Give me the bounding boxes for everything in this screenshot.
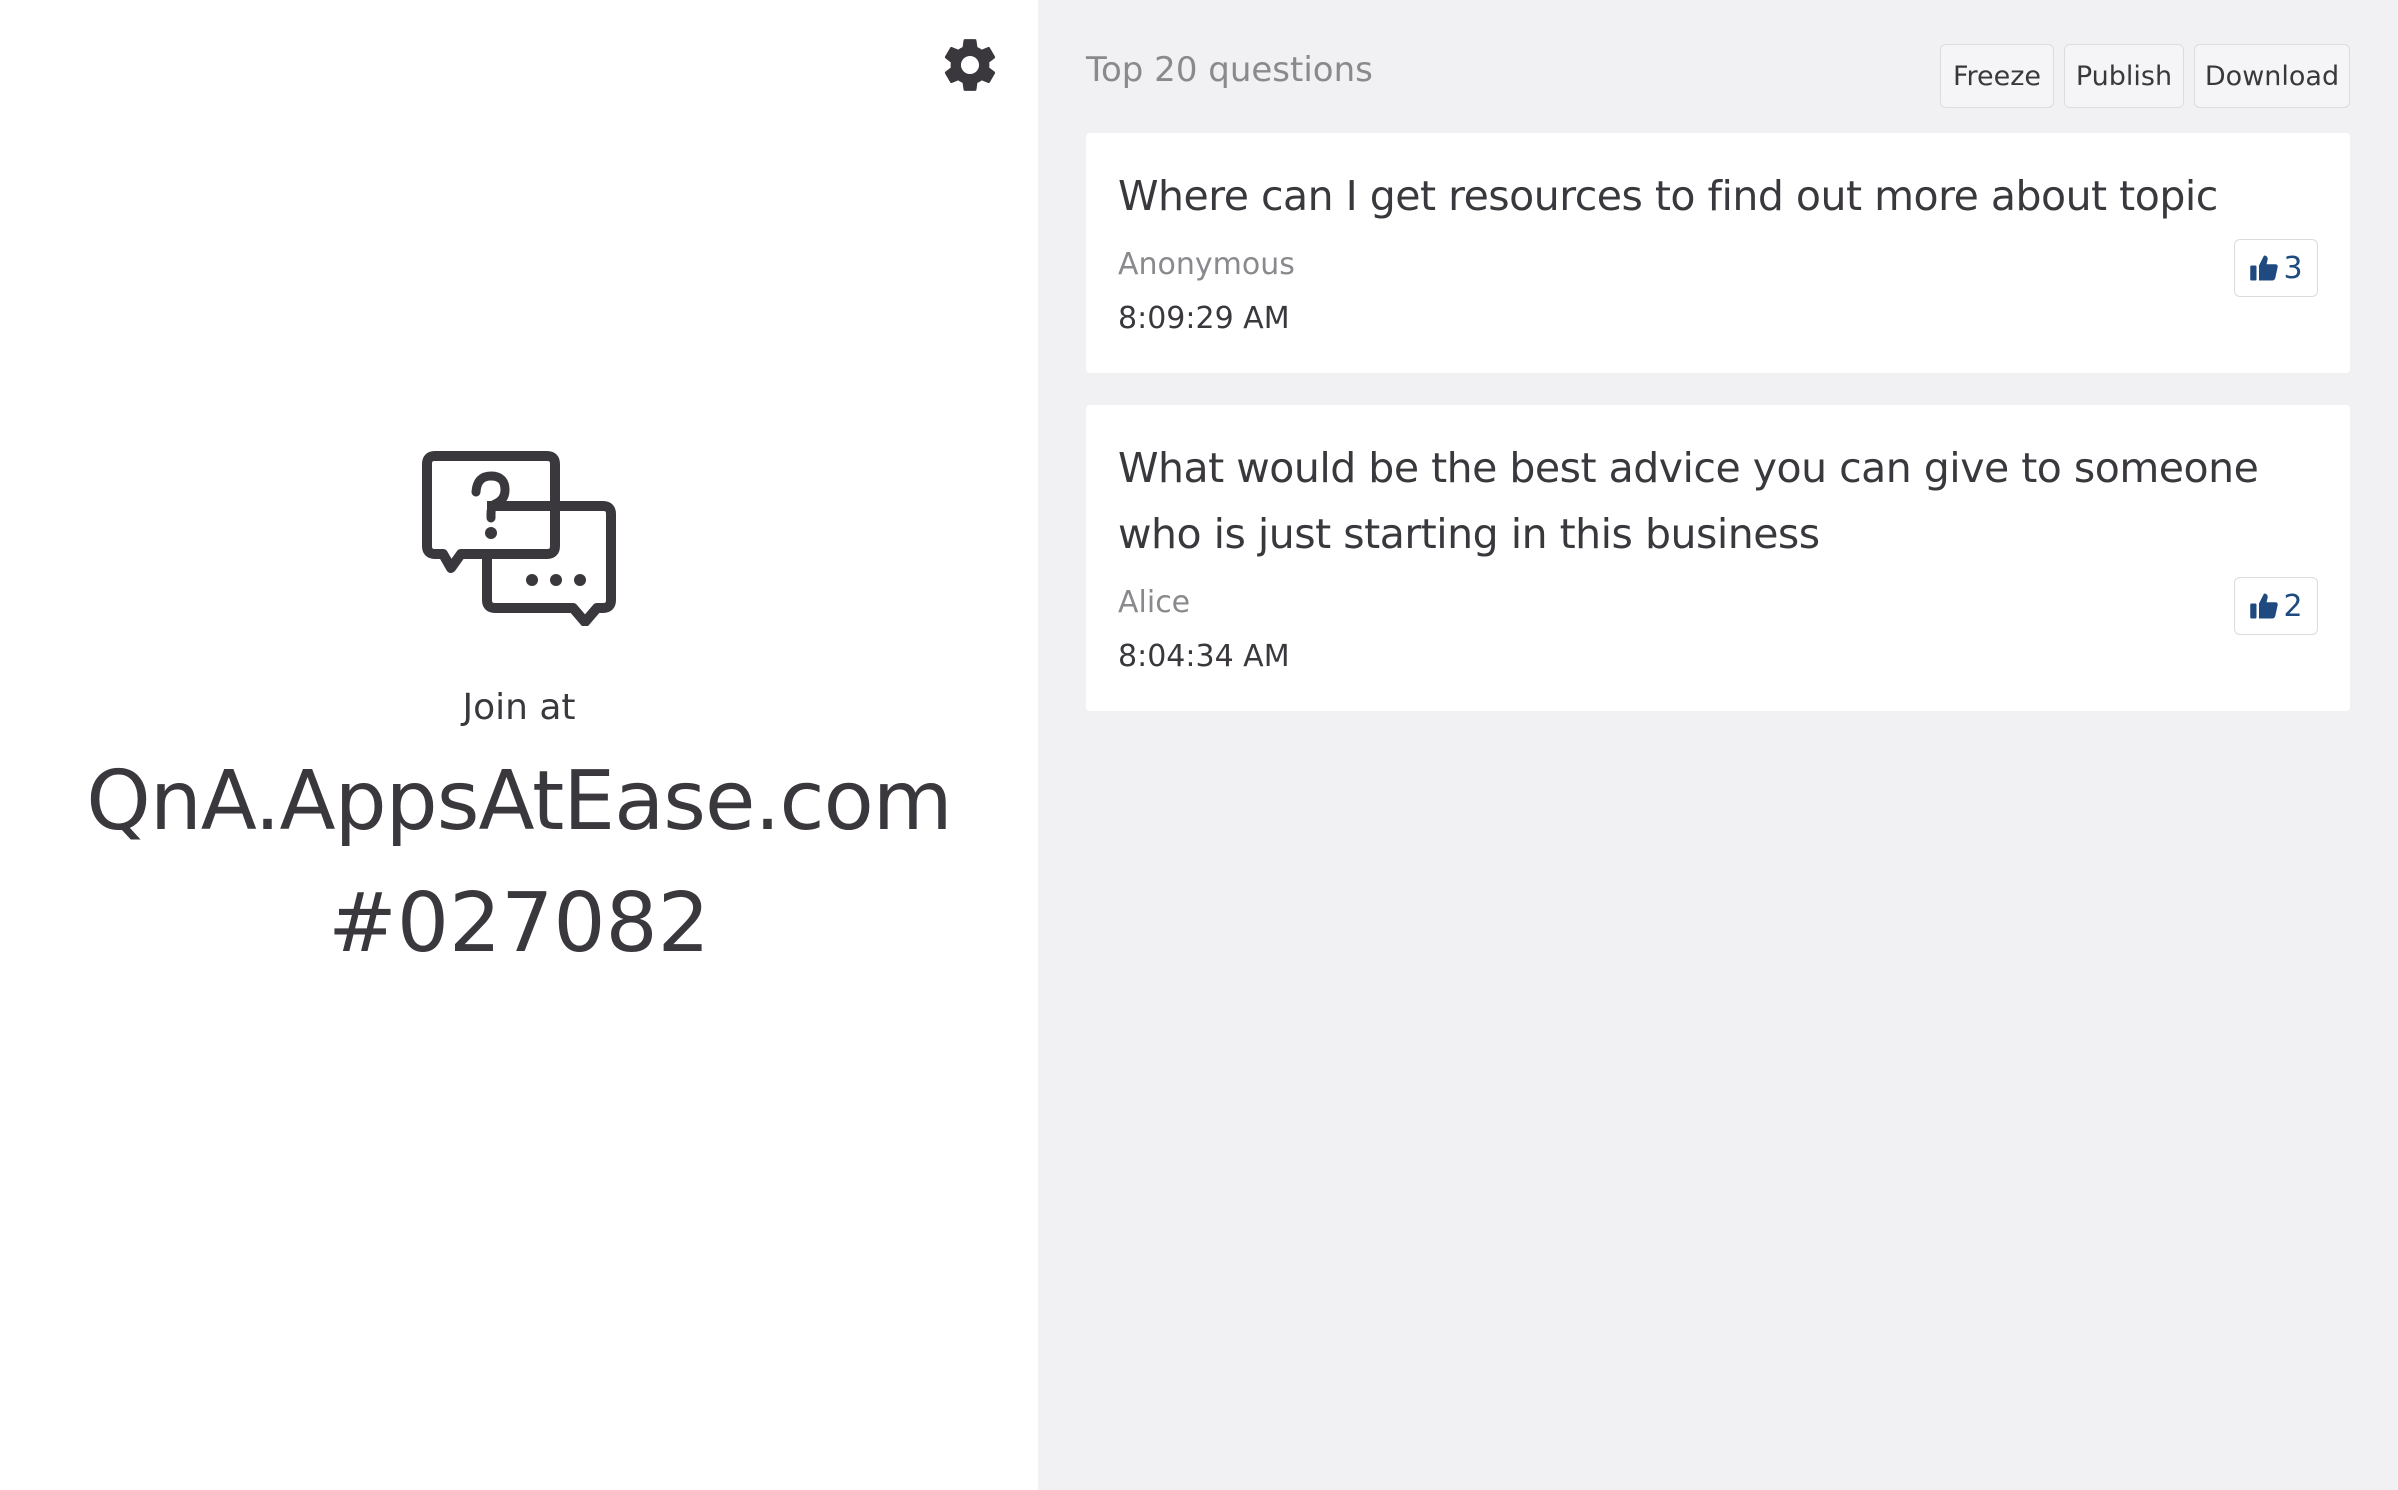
- question-time: 8:04:34 AM: [1118, 639, 1290, 674]
- question-author: Anonymous: [1118, 247, 1295, 282]
- publish-button[interactable]: Publish: [2064, 44, 2184, 108]
- gear-icon: [944, 39, 996, 91]
- panel-title: Top 20 questions: [1086, 50, 1373, 90]
- settings-button[interactable]: [937, 32, 1003, 98]
- thumbs-up-icon: [2250, 593, 2279, 619]
- download-button[interactable]: Download: [2194, 44, 2350, 108]
- questions-panel: Top 20 questions Freeze Publish Download…: [1038, 0, 2398, 1490]
- question-meta: Alice 8:04:34 AM 2: [1118, 577, 2318, 677]
- join-url: QnA.AppsAtEase.com: [86, 754, 952, 849]
- questions-header: Top 20 questions Freeze Publish Download: [1086, 44, 2350, 112]
- question-card: Where can I get resources to find out mo…: [1086, 133, 2350, 373]
- upvote-button[interactable]: 2: [2234, 577, 2318, 635]
- question-list: Where can I get resources to find out mo…: [1086, 133, 2350, 743]
- join-info: Join at QnA.AppsAtEase.com #027082: [0, 450, 1038, 974]
- question-author: Alice: [1118, 585, 1191, 620]
- freeze-button[interactable]: Freeze: [1940, 44, 2054, 108]
- join-panel: Join at QnA.AppsAtEase.com #027082: [0, 0, 1038, 1490]
- chat-question-icon: [422, 451, 616, 626]
- vote-count: 3: [2283, 250, 2303, 286]
- event-code: #027082: [328, 876, 710, 971]
- thumbs-up-icon: [2250, 255, 2279, 281]
- question-text: What would be the best advice you can gi…: [1118, 444, 2259, 558]
- question-meta: Anonymous 8:09:29 AM 3: [1118, 239, 2318, 339]
- join-label: Join at: [462, 687, 576, 728]
- question-time: 8:09:29 AM: [1118, 301, 1290, 336]
- toolbar: Freeze Publish Download: [1940, 44, 2350, 108]
- upvote-button[interactable]: 3: [2234, 239, 2318, 297]
- app-root: Join at QnA.AppsAtEase.com #027082 Top 2…: [0, 0, 2398, 1490]
- vote-count: 2: [2283, 588, 2303, 624]
- question-card: What would be the best advice you can gi…: [1086, 405, 2350, 711]
- question-text: Where can I get resources to find out mo…: [1118, 172, 2218, 220]
